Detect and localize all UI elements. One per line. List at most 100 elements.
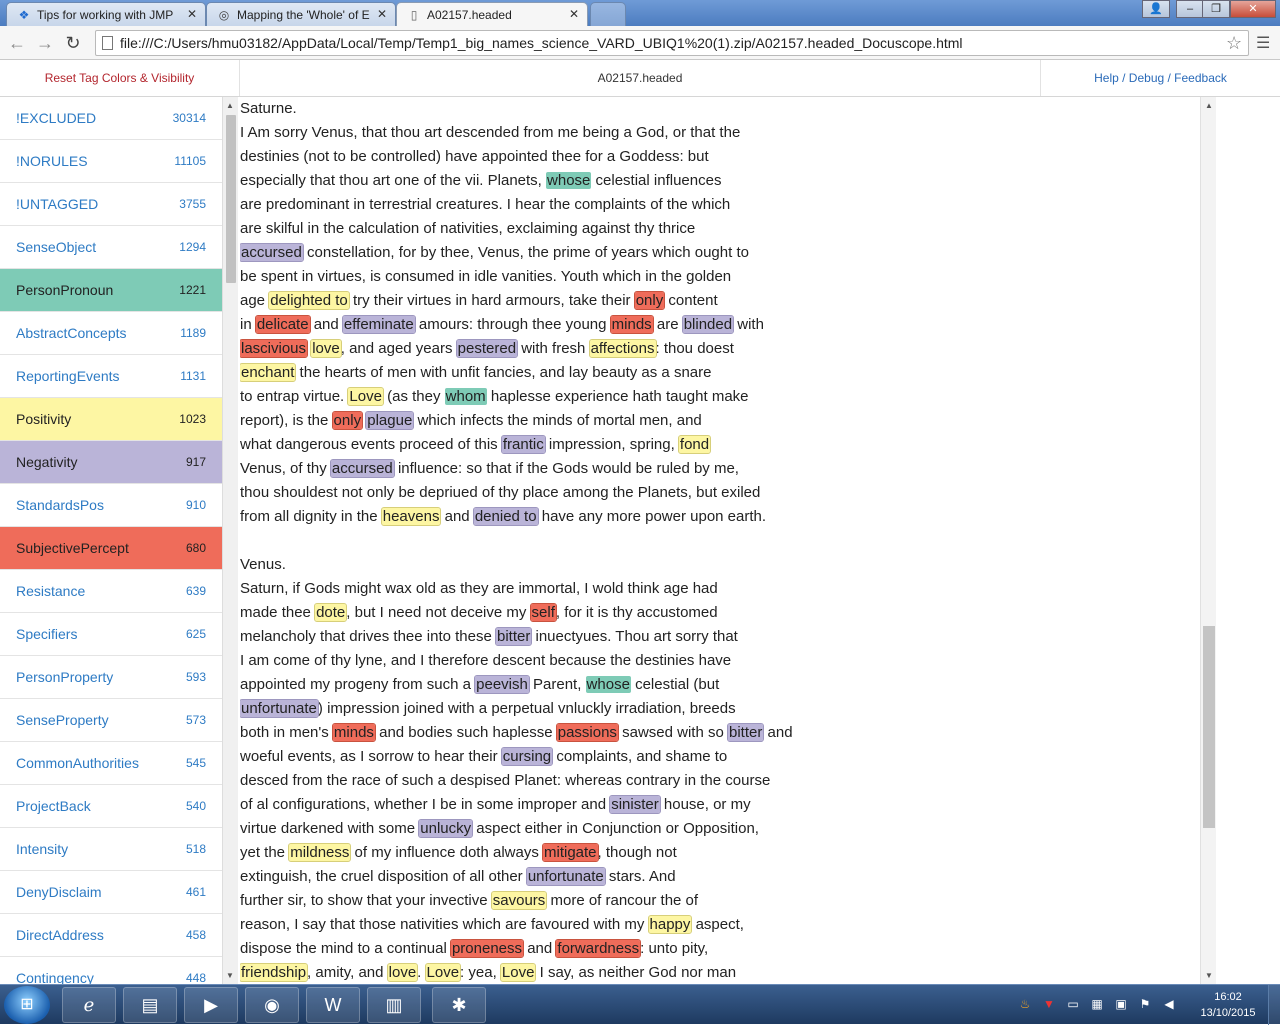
sidebar-tag-untagged[interactable]: !UNTAGGED 3755 — [0, 183, 222, 226]
sidebar-tag-resistance[interactable]: Resistance 639 — [0, 570, 222, 613]
windows-start-icon[interactable]: ⊞ — [4, 986, 50, 1024]
tagged-word[interactable]: peevish — [474, 675, 530, 694]
jmp-icon[interactable]: ▥ — [367, 987, 421, 1023]
sidebar-tag-standardspos[interactable]: StandardsPos 910 — [0, 484, 222, 527]
reload-icon[interactable]: ↻ — [62, 32, 84, 54]
tagged-word[interactable]: unfortunate — [240, 699, 319, 718]
tagged-word[interactable]: unfortunate — [525, 867, 606, 886]
monitor-icon[interactable]: ▭ — [1066, 997, 1080, 1011]
tagged-word[interactable]: proneness — [449, 939, 525, 958]
sidebar-tag-positivity[interactable]: Positivity 1023 — [0, 398, 222, 441]
sidebar-tag-projectback[interactable]: ProjectBack 540 — [0, 785, 222, 828]
close-tab-icon[interactable]: ✕ — [569, 7, 579, 21]
sidebar-tag-specifiers[interactable]: Specifiers 625 — [0, 613, 222, 656]
tagged-word[interactable]: happy — [647, 915, 693, 934]
tagged-word[interactable]: bitter — [726, 723, 765, 742]
sidebar-tag-abstractconcepts[interactable]: AbstractConcepts 1189 — [0, 312, 222, 355]
tagged-word[interactable]: whose — [546, 172, 592, 189]
tagged-word[interactable]: cursing — [500, 747, 554, 766]
explorer-icon[interactable]: ▤ — [123, 987, 177, 1023]
tagged-word[interactable]: enchant — [240, 363, 297, 382]
tagged-word[interactable]: lascivious — [240, 339, 309, 358]
media-icon[interactable]: ▶ — [184, 987, 238, 1023]
close-tab-icon[interactable]: ✕ — [187, 7, 197, 21]
tagged-word[interactable]: dote — [314, 603, 348, 622]
sidebar-tag-contingency[interactable]: Contingency 448 — [0, 957, 222, 984]
tagged-word[interactable]: only — [331, 411, 364, 430]
tagged-word[interactable]: love — [386, 963, 419, 982]
tagged-word[interactable]: accursed — [329, 459, 395, 478]
sidebar-tag-subjectivepercept[interactable]: SubjectivePercept 680 — [0, 527, 222, 570]
reset-tag-colors-button[interactable]: Reset Tag Colors & Visibility — [0, 60, 240, 96]
scroll-down-icon[interactable]: ▼ — [1205, 971, 1213, 980]
main-scrollbar[interactable]: ▲ ▼ — [1200, 97, 1216, 984]
chrome-icon[interactable]: ◉ — [245, 987, 299, 1023]
close-tab-icon[interactable]: ✕ — [377, 7, 387, 21]
tagged-word[interactable]: savours — [490, 891, 548, 910]
flag-icon[interactable]: ⚑ — [1138, 997, 1152, 1011]
tagged-word[interactable]: mitigate — [542, 843, 599, 862]
tagged-word[interactable]: forwardness — [555, 939, 642, 958]
tagged-word[interactable]: only — [633, 291, 666, 310]
new-tab-button[interactable] — [590, 2, 626, 26]
sidebar-tag-senseobject[interactable]: SenseObject 1294 — [0, 226, 222, 269]
tagged-word[interactable]: whose — [585, 676, 631, 693]
scroll-thumb[interactable] — [226, 115, 236, 283]
sidebar-tag-personproperty[interactable]: PersonProperty 593 — [0, 656, 222, 699]
ie-icon[interactable]: ℯ — [62, 987, 116, 1023]
tagged-word[interactable]: delighted to — [268, 291, 350, 310]
tagged-word[interactable]: unlucky — [418, 819, 474, 838]
sidebar-tag-norules[interactable]: !NORULES 11105 — [0, 140, 222, 183]
tagged-word[interactable]: pestered — [455, 339, 519, 358]
tab-a02157[interactable]: ▯ A02157.headed ✕ — [396, 2, 588, 26]
forward-arrow-icon[interactable]: → — [34, 32, 56, 54]
tagged-word[interactable]: blinded — [681, 315, 735, 334]
tab-jmp-tips[interactable]: ❖ Tips for working with JMP ✕ — [6, 2, 206, 26]
tagged-word[interactable]: Love — [499, 963, 537, 982]
tagged-word[interactable]: plague — [365, 411, 415, 430]
tagged-word[interactable]: sinister — [609, 795, 661, 814]
tagged-word[interactable]: passions — [555, 723, 619, 742]
back-arrow-icon[interactable]: ← — [6, 32, 28, 54]
tagged-word[interactable]: love — [310, 339, 342, 358]
java-icon[interactable]: ♨ — [1018, 997, 1032, 1011]
scroll-up-icon[interactable]: ▲ — [1205, 101, 1213, 110]
sidebar-tag-commonauthorities[interactable]: CommonAuthorities 545 — [0, 742, 222, 785]
antivirus-icon[interactable]: ▼ — [1042, 997, 1056, 1011]
tagged-word[interactable]: Love — [347, 387, 384, 406]
address-bar[interactable]: file:///C:/Users/hmu03182/AppData/Local/… — [95, 30, 1249, 56]
user-icon[interactable]: 👤 — [1142, 0, 1170, 18]
menu-hamburger-icon[interactable]: ☰ — [1256, 33, 1270, 53]
tagged-word[interactable]: heavens — [380, 507, 442, 526]
tagged-word[interactable]: Love — [424, 963, 462, 982]
tagged-word[interactable]: bitter — [494, 627, 533, 646]
sidebar-tag-intensity[interactable]: Intensity 518 — [0, 828, 222, 871]
sidebar-tag-reportingevents[interactable]: ReportingEvents 1131 — [0, 355, 222, 398]
scroll-up-icon[interactable]: ▲ — [226, 101, 234, 110]
paint-icon[interactable]: ✱ — [432, 987, 486, 1023]
tagged-word[interactable]: minds — [609, 315, 654, 334]
tagged-word[interactable]: minds — [331, 723, 376, 742]
sidebar-tag-excluded[interactable]: !EXCLUDED 30314 — [0, 97, 222, 140]
tagged-word[interactable]: mildness — [288, 843, 352, 862]
tagged-word[interactable]: effeminate — [341, 315, 416, 334]
sidebar-tag-senseproperty[interactable]: SenseProperty 573 — [0, 699, 222, 742]
sidebar-tag-directaddress[interactable]: DirectAddress 458 — [0, 914, 222, 957]
sidebar-tag-negativity[interactable]: Negativity 917 — [0, 441, 222, 484]
close-window-icon[interactable]: ✕ — [1230, 0, 1276, 18]
tagged-word[interactable]: self — [529, 603, 557, 622]
network-icon[interactable]: ▦ — [1090, 997, 1104, 1011]
tagged-word[interactable]: delicate — [254, 315, 311, 334]
maximize-icon[interactable]: ❐ — [1202, 0, 1230, 18]
volume-icon[interactable]: ◀ — [1162, 997, 1176, 1011]
sidebar-scrollbar[interactable]: ▲ ▼ — [222, 97, 238, 984]
tagged-word[interactable]: frantic — [500, 435, 546, 454]
help-debug-feedback-link[interactable]: Help / Debug / Feedback — [1040, 60, 1280, 96]
tagged-word[interactable]: whom — [444, 388, 487, 405]
sidebar-tag-denydisclaim[interactable]: DenyDisclaim 461 — [0, 871, 222, 914]
tagged-word[interactable]: affections — [588, 339, 657, 358]
scroll-down-icon[interactable]: ▼ — [226, 971, 234, 980]
tagged-word[interactable]: denied to — [472, 507, 539, 526]
minimize-icon[interactable]: – — [1176, 0, 1204, 18]
word-icon[interactable]: W — [306, 987, 360, 1023]
